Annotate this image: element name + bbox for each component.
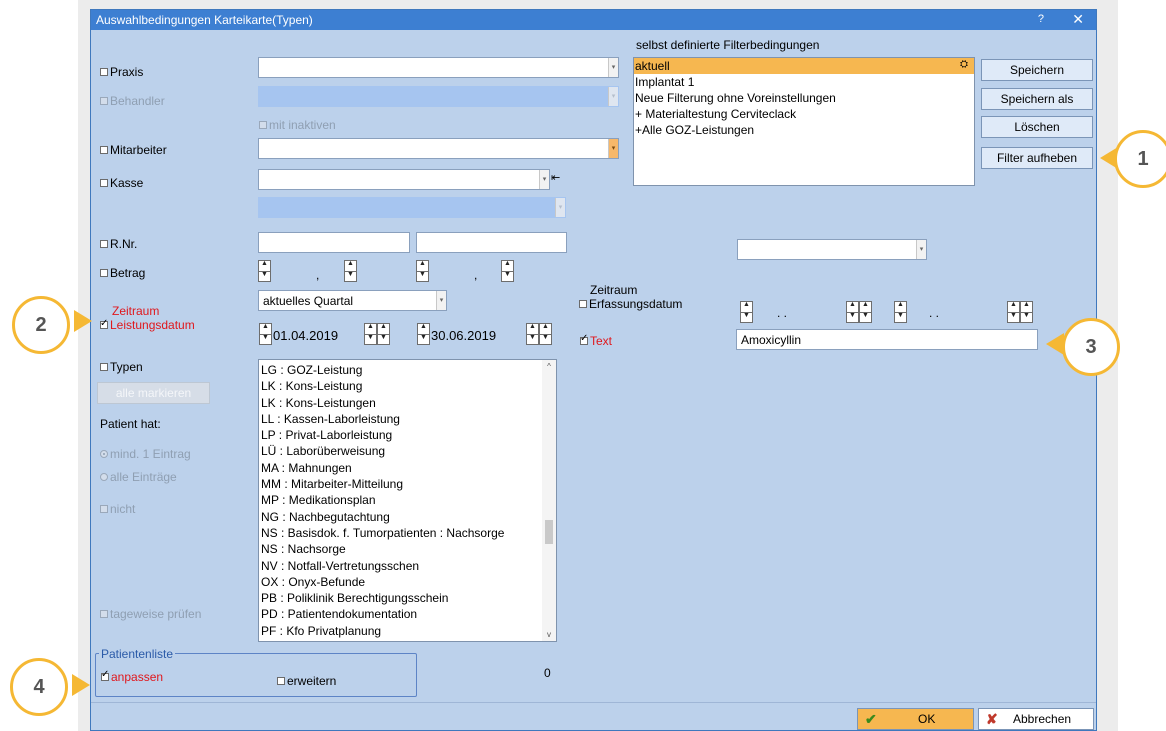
callout-4-pointer [72, 674, 90, 696]
callout-2-pointer [74, 310, 92, 332]
callout-3: 3 [1062, 318, 1120, 376]
callout-4: 4 [10, 658, 68, 716]
callout-pointers [72, 147, 1118, 696]
callout-1: 1 [1114, 130, 1166, 188]
callout-2: 2 [12, 296, 70, 354]
